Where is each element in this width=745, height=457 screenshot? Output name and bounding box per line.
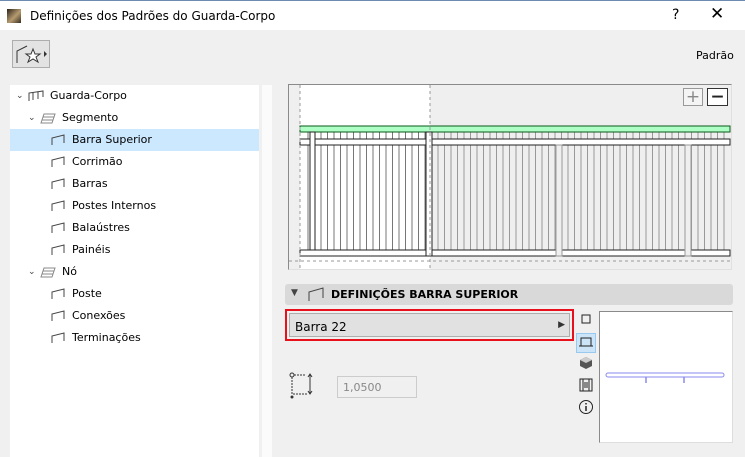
post: [425, 131, 433, 257]
railing-part-icon: [51, 134, 65, 145]
tree-item-label: Painéis: [72, 243, 111, 256]
panel-splitter[interactable]: [262, 85, 272, 457]
profile-section-icon: [579, 337, 593, 347]
film-list-icon: [579, 378, 593, 392]
collapse-triangle-icon[interactable]: ▼: [291, 288, 298, 298]
tree-item-label: Balaústres: [72, 221, 130, 234]
section-header[interactable]: ▼ DEFINIÇÕES BARRA SUPERIOR: [285, 284, 733, 305]
tree-item-label: Barra Superior: [72, 133, 152, 146]
tree-item-pain-is[interactable]: Painéis: [10, 239, 259, 261]
tree-item-label: Corrimão: [72, 155, 123, 168]
section-view-button[interactable]: [576, 333, 596, 353]
top-rail-highlighted: [299, 125, 731, 133]
section-title: DEFINIÇÕES BARRA SUPERIOR: [331, 288, 519, 301]
tree-item-label: Conexões: [72, 309, 126, 322]
railing-part-icon: [40, 267, 56, 278]
settings-tree: ⌄ Guarda-Corpo ⌄ Segmento Barra Superior Corr…: [10, 85, 259, 457]
railing-drawing: [289, 85, 731, 269]
expand-chevron-icon[interactable]: ⌄: [16, 85, 24, 107]
profile-drawing: [605, 372, 725, 383]
tree-item-label: Poste: [72, 287, 102, 300]
top-rail-icon: [308, 287, 324, 301]
tree-item-label: Nó: [62, 265, 77, 278]
post: [684, 144, 692, 257]
tree-item-corrim-o[interactable]: Corrimão: [10, 151, 259, 173]
end-post: [309, 131, 316, 251]
help-button[interactable]: ?: [672, 7, 679, 23]
tree-item-label: Segmento: [62, 111, 119, 124]
info-button[interactable]: [576, 399, 596, 419]
profile-selector[interactable]: Barra 22 ▶: [285, 309, 574, 341]
profile-preview: [599, 311, 733, 443]
tree-item-termina-es[interactable]: Terminações: [10, 327, 259, 349]
app-icon: [7, 9, 21, 23]
close-button[interactable]: ✕: [710, 4, 724, 24]
bottom-rail: [299, 249, 731, 257]
railing-star-icon: [16, 45, 47, 64]
tree-item-segmento[interactable]: ⌄ Segmento: [10, 107, 259, 129]
zoom-in-button[interactable]: +: [683, 88, 703, 106]
railing-part-icon: [51, 178, 65, 189]
railing-preview[interactable]: + −: [288, 84, 732, 270]
tree-item-barras[interactable]: Barras: [10, 173, 259, 195]
tree-item-barra-superior[interactable]: Barra Superior: [10, 129, 259, 151]
railing-part-icon: [51, 332, 65, 343]
tree-item-label: Terminações: [72, 331, 141, 344]
plan-view-button[interactable]: [576, 312, 596, 332]
railing-part-icon: [51, 200, 65, 211]
tree-item-poste[interactable]: Poste: [10, 283, 259, 305]
mode-label: Padrão: [696, 49, 734, 62]
square-icon: [581, 314, 591, 324]
railing-part-icon: [51, 288, 65, 299]
listing-button[interactable]: [576, 377, 596, 397]
post: [555, 144, 563, 257]
tree-item-bala-stres[interactable]: Balaústres: [10, 217, 259, 239]
window-title: Definições dos Padrões do Guarda-Corpo: [30, 9, 276, 23]
expand-chevron-icon[interactable]: ⌄: [28, 261, 36, 283]
3d-view-button[interactable]: [576, 356, 596, 376]
current-segment-area: [300, 85, 430, 269]
profile-name: Barra 22: [295, 320, 347, 334]
chevron-right-icon: ▶: [558, 320, 565, 330]
railing-part-icon: [51, 156, 65, 167]
height-icon: [289, 372, 313, 399]
tree-item-n-[interactable]: ⌄ Nó: [10, 261, 259, 283]
railing-part-icon: [40, 113, 56, 124]
tree-item-conex-es[interactable]: Conexões: [10, 305, 259, 327]
title-bar: Definições dos Padrões do Guarda-Corpo ?…: [0, 0, 745, 30]
height-input[interactable]: 1,0500: [337, 376, 417, 398]
railing-part-icon: [51, 244, 65, 255]
tree-item-label: Guarda-Corpo: [50, 89, 127, 102]
tree-item-label: Postes Internos: [72, 199, 157, 212]
cube-icon: [580, 357, 592, 369]
expand-chevron-icon[interactable]: ⌄: [28, 107, 36, 129]
tree-item-guarda-corpo[interactable]: ⌄ Guarda-Corpo: [10, 85, 259, 107]
tree-item-postes-internos[interactable]: Postes Internos: [10, 195, 259, 217]
info-icon: [579, 400, 593, 414]
railing-part-icon: [51, 310, 65, 321]
handrail: [299, 138, 731, 146]
railing-part-icon: [28, 90, 44, 101]
favorites-button[interactable]: [12, 40, 50, 68]
zoom-out-button[interactable]: −: [707, 88, 728, 106]
tree-item-label: Barras: [72, 177, 108, 190]
railing-part-icon: [51, 222, 65, 233]
